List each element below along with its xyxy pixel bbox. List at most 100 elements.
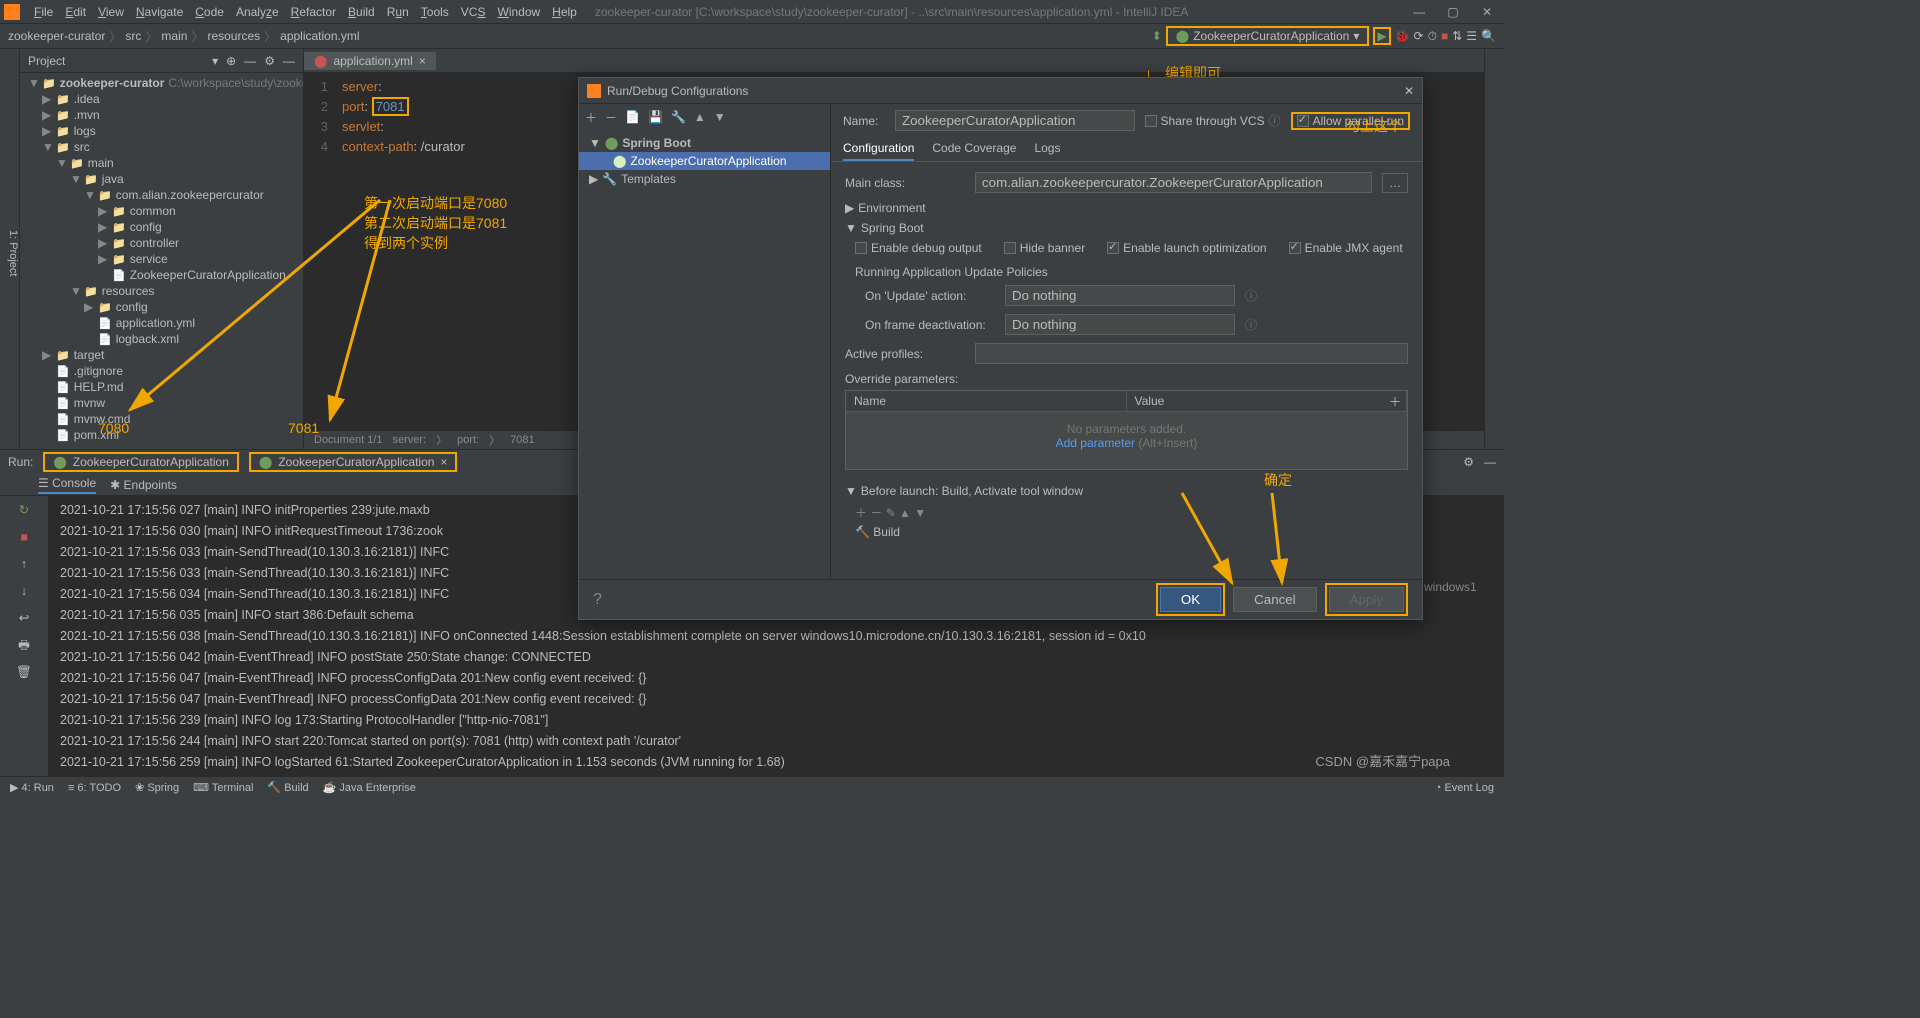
editor-tab[interactable]: ⬤ application.yml × [304, 52, 436, 70]
tree-node[interactable]: ▶ controller [20, 235, 303, 251]
add-row-icon[interactable]: ＋ [1387, 393, 1403, 410]
cancel-button[interactable]: Cancel [1233, 587, 1317, 612]
springboot-section[interactable]: ▼ Spring Boot [845, 221, 1408, 235]
menu-view[interactable]: View [92, 5, 130, 19]
tree-node[interactable]: ▶ config [20, 219, 303, 235]
down-arrow-icon[interactable]: ▼ [714, 110, 726, 124]
env-section[interactable]: ▶ Environment [845, 201, 1408, 215]
share-vcs-check[interactable]: Share through VCS ⓘ [1145, 112, 1281, 129]
tree-node[interactable]: ▶ .mvn [20, 107, 303, 123]
tree-node[interactable]: ZookeeperCuratorApplication [20, 267, 303, 283]
bc-src[interactable]: src [125, 29, 141, 43]
tree-node[interactable]: ▼ main [20, 155, 303, 171]
menu-code[interactable]: Code [189, 5, 230, 19]
menu-run[interactable]: Run [381, 5, 415, 19]
tab-configuration[interactable]: Configuration [843, 137, 914, 161]
name-input[interactable] [895, 110, 1135, 131]
menu-refactor[interactable]: Refactor [285, 5, 342, 19]
maximize-icon[interactable]: ▢ [1436, 0, 1470, 24]
close-tab-icon[interactable]: × [419, 54, 426, 68]
save-icon[interactable]: 💾 [648, 110, 663, 124]
build-icon[interactable]: ⬍ [1152, 29, 1162, 43]
profile-icon[interactable]: ⏱ [1428, 29, 1437, 44]
menu-vcs[interactable]: VCS [455, 5, 492, 19]
tree-node[interactable]: application.yml [20, 315, 303, 331]
tree-node[interactable]: ▼ java [20, 171, 303, 187]
before-launch-section[interactable]: ▼ Before launch: Build, Activate tool wi… [845, 484, 1408, 498]
dialog-close-icon[interactable]: ✕ [1404, 84, 1414, 98]
up-icon[interactable]: ↑ [21, 554, 27, 575]
tree-node[interactable]: .gitignore [20, 363, 303, 379]
main-class-input[interactable] [975, 172, 1372, 193]
tree-config-item[interactable]: ⬤ZookeeperCuratorApplication [579, 152, 830, 170]
run-gear-icon[interactable]: ⚙ [1463, 455, 1474, 469]
wrap-icon[interactable]: ↩ [19, 608, 29, 629]
tree-node[interactable]: ▶ config [20, 299, 303, 315]
tree-node[interactable]: ▼ src [20, 139, 303, 155]
print-icon[interactable]: 🖶 [18, 635, 30, 656]
tree-node[interactable]: ▶ target [20, 347, 303, 363]
bc-resources[interactable]: resources [207, 29, 260, 43]
sb-todo[interactable]: ≡ 6: TODO [68, 782, 121, 794]
minimize-icon[interactable]: — [1402, 0, 1436, 24]
menu-help[interactable]: Help [546, 5, 583, 19]
on-frame-select[interactable]: Do nothing [1005, 314, 1235, 335]
tree-node[interactable]: mvnw.cmd [20, 411, 303, 427]
vcs-icon[interactable]: ⇅ [1452, 29, 1462, 43]
bc-file[interactable]: application.yml [280, 29, 359, 43]
console-tab[interactable]: ☰ Console [38, 476, 96, 494]
coverage-icon[interactable]: ⟳ [1414, 29, 1424, 43]
tree-node[interactable]: mvnw [20, 395, 303, 411]
sb-java[interactable]: ☕ Java Enterprise [323, 781, 416, 794]
on-update-select[interactable]: Do nothing [1005, 285, 1235, 306]
tree-node[interactable]: logback.xml [20, 331, 303, 347]
tree-node[interactable]: pom.xml [20, 427, 303, 443]
tree-node[interactable]: ▶ common [20, 203, 303, 219]
chk-jmx[interactable]: Enable JMX agent [1289, 241, 1403, 255]
apply-button[interactable]: Apply [1329, 587, 1404, 612]
stop-icon[interactable]: ■ [1441, 29, 1448, 43]
debug-icon[interactable]: 🐞 [1395, 29, 1410, 43]
menu-window[interactable]: Window [491, 5, 546, 19]
browse-icon[interactable]: … [1382, 173, 1408, 193]
run-config-tab-2[interactable]: ⬤ZookeeperCuratorApplication× [249, 452, 458, 472]
bc-main[interactable]: main [161, 29, 187, 43]
menu-navigate[interactable]: Navigate [130, 5, 189, 19]
add-param-link[interactable]: Add parameter [1056, 436, 1135, 450]
locate-icon[interactable]: ⊕ [226, 54, 236, 68]
menu-tools[interactable]: Tools [415, 5, 455, 19]
left-tool-strip[interactable]: 1: Project [0, 49, 20, 449]
trash-icon[interactable]: 🗑 [16, 662, 32, 683]
menu-edit[interactable]: Edit [59, 5, 92, 19]
tab-coverage[interactable]: Code Coverage [932, 137, 1016, 161]
close-icon[interactable]: ✕ [1470, 0, 1504, 24]
sb-build[interactable]: 🔨 Build [267, 781, 308, 794]
menu-build[interactable]: Build [342, 5, 381, 19]
project-dropdown-icon[interactable]: ▾ [212, 54, 218, 68]
bc-root[interactable]: zookeeper-curator [8, 29, 105, 43]
run-config-selector[interactable]: ⬤ ZookeeperCuratorApplication ▾ [1166, 26, 1370, 46]
active-profiles-input[interactable] [975, 343, 1408, 364]
sb-terminal[interactable]: ⌨ Terminal [193, 781, 253, 794]
run-hide-icon[interactable]: — [1484, 455, 1496, 469]
wrench-icon[interactable]: 🔧 [671, 110, 686, 124]
right-tool-strip[interactable] [1484, 49, 1504, 449]
add-icon[interactable]: ＋ [585, 109, 597, 126]
gear-icon[interactable]: ⚙ [264, 54, 275, 68]
tree-springboot[interactable]: ▼⬤Spring Boot [579, 134, 830, 152]
hide-icon[interactable]: — [283, 54, 295, 68]
chk-hide[interactable]: Hide banner [1004, 241, 1085, 255]
tree-node[interactable]: ▶ service [20, 251, 303, 267]
sb-eventlog[interactable]: ◔ Event Log [1435, 782, 1494, 794]
tree-node[interactable]: ▶ .idea [20, 91, 303, 107]
stop-run-icon[interactable]: ■ [20, 527, 28, 548]
run-icon[interactable]: ▶ [1377, 29, 1386, 43]
tab-logs[interactable]: Logs [1034, 137, 1060, 161]
allow-parallel-check[interactable]: Allow parallel run [1297, 114, 1404, 128]
sb-run[interactable]: ▶ 4: Run [10, 781, 54, 794]
more-icon[interactable]: ☰ [1466, 29, 1477, 43]
copy-icon[interactable]: 📄 [625, 110, 640, 124]
down-icon[interactable]: ↓ [21, 581, 27, 602]
endpoints-tab[interactable]: ✱ Endpoints [110, 478, 177, 492]
search-icon[interactable]: 🔍 [1481, 29, 1496, 43]
